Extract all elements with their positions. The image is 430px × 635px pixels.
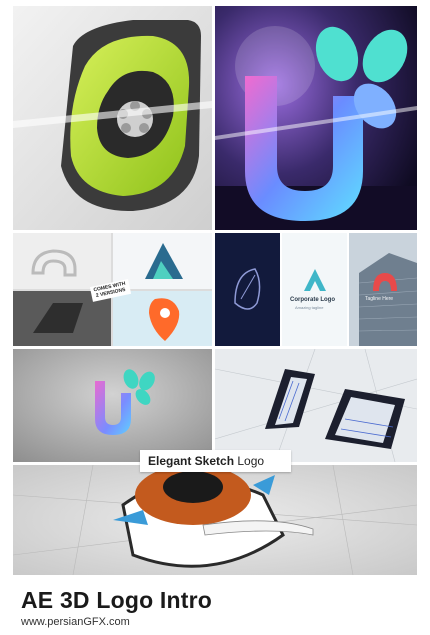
green-swirl-logo — [13, 6, 212, 230]
corporate-logo-subtitle: Amazing tagline — [295, 305, 324, 310]
preview-dark-logo — [215, 233, 280, 346]
corporate-triangle-logo — [304, 269, 326, 291]
site-url: www.persianGFX.com — [21, 616, 130, 628]
elegant-sketch-bold: Elegant Sketch — [148, 454, 235, 468]
preview-concert-stage — [215, 6, 417, 230]
skyscraper-tagline: Tagline Here — [365, 296, 394, 302]
skyscraper-logo — [349, 233, 417, 346]
architecture-logo — [215, 349, 417, 462]
dark-leaf-logo — [215, 233, 280, 346]
elegant-sketch-banner: Elegant Sketch Logo — [140, 450, 291, 472]
preview-architecture-sketch — [215, 349, 417, 462]
preview-green-swirl — [13, 6, 212, 230]
preview-concrete-wall — [13, 349, 212, 462]
concert-u-logo — [215, 6, 417, 230]
preview-grid-four: COMES WITH 2 VERSIONS — [13, 233, 212, 346]
preview-skyscraper: Tagline Here — [349, 233, 417, 346]
corporate-logo-title: Corporate Logo — [290, 297, 335, 303]
eye-sketch-logo — [13, 465, 417, 575]
preview-eye-sketch — [13, 465, 417, 575]
preview-corporate-logo: Corporate Logo Amazing tagline — [282, 233, 347, 346]
product-title: AE 3D Logo Intro — [21, 587, 213, 613]
concrete-u-logo — [13, 349, 212, 462]
elegant-sketch-normal: Logo — [237, 454, 265, 468]
